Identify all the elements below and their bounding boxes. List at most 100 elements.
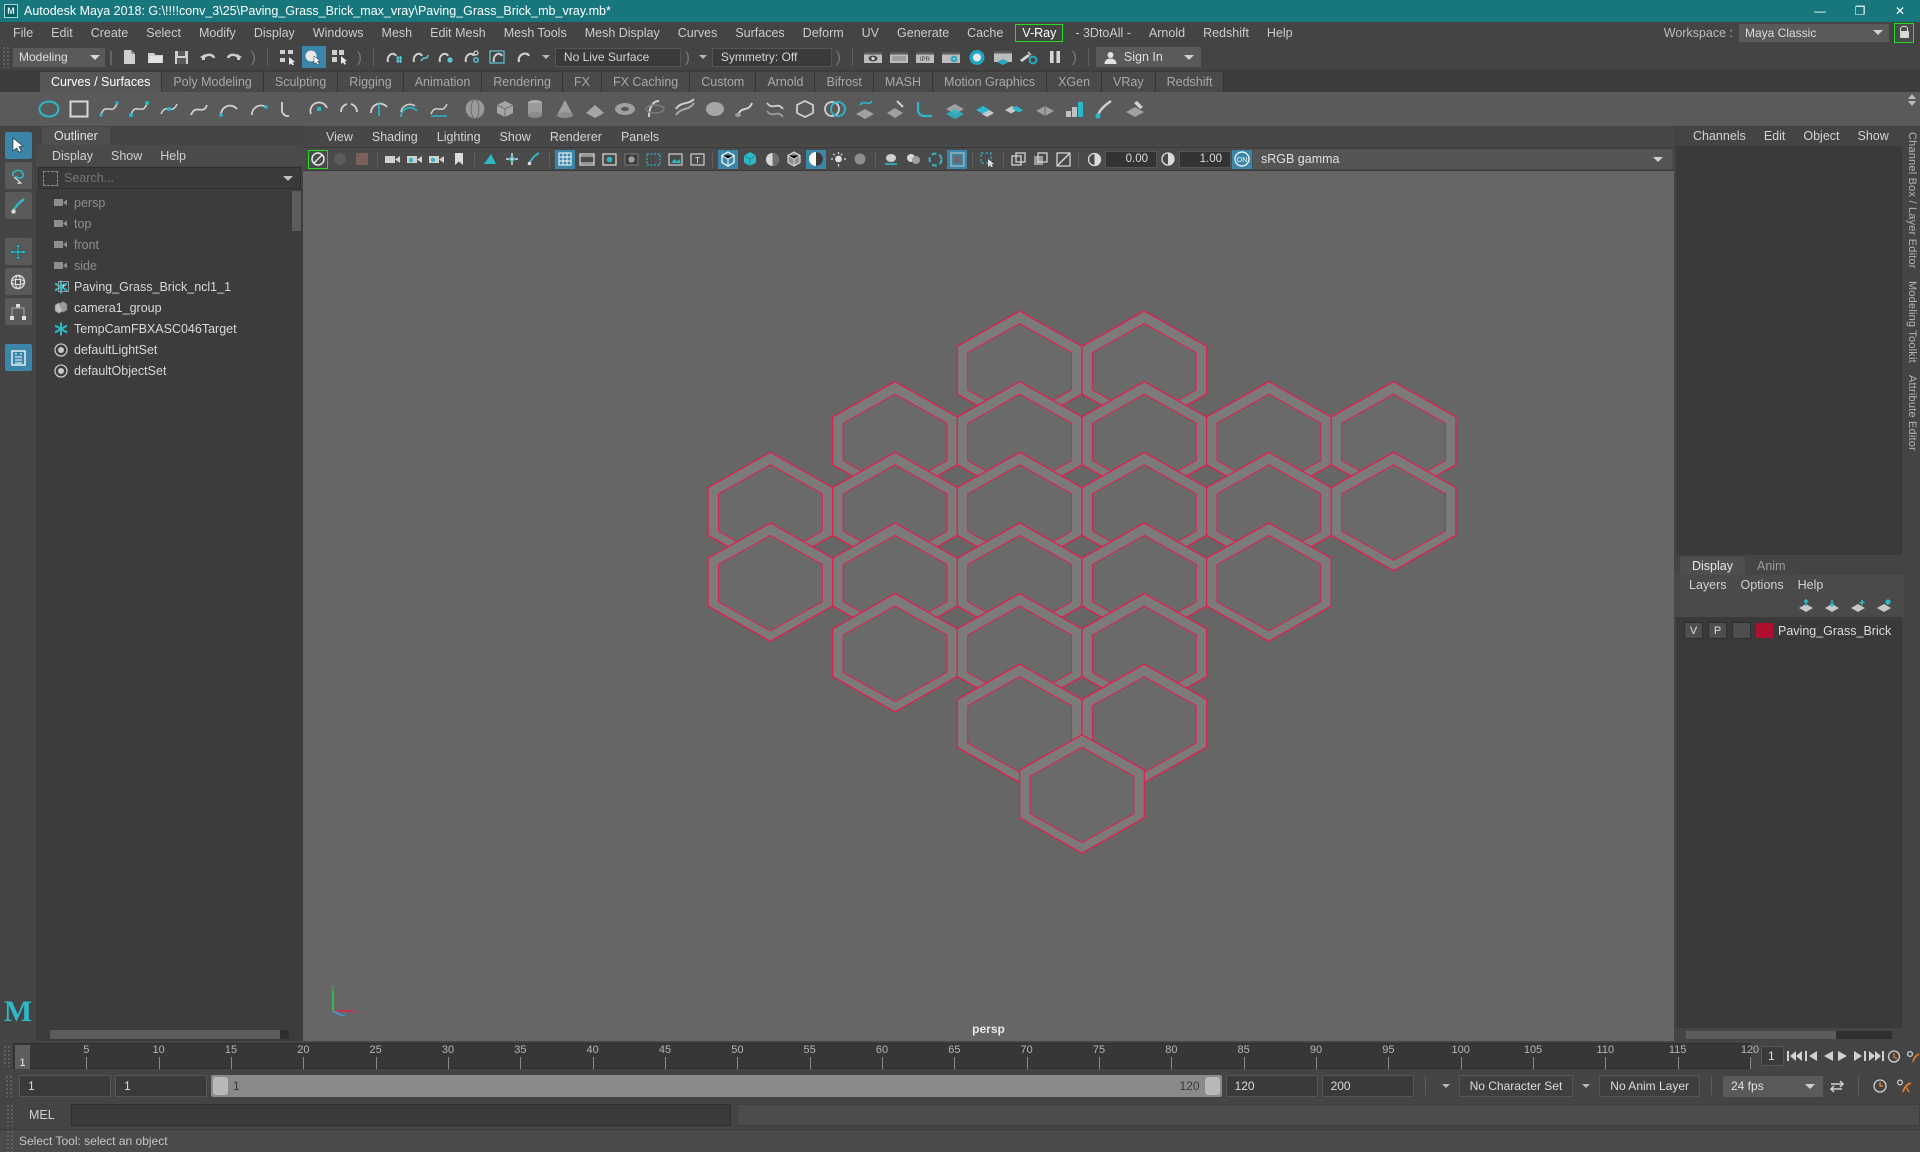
- color-management-toggle[interactable]: ON: [1232, 149, 1252, 169]
- ambient-occlusion-button[interactable]: [903, 150, 923, 169]
- shelf-tab-rigging[interactable]: Rigging: [338, 72, 404, 92]
- undo-button[interactable]: [196, 46, 220, 68]
- curve-detach-icon[interactable]: [336, 96, 362, 122]
- bookmark-button[interactable]: [449, 150, 469, 169]
- nurbs-sphere-icon[interactable]: [462, 96, 488, 122]
- range-gripper[interactable]: [5, 1075, 12, 1097]
- scrollbar-thumb[interactable]: [50, 1029, 280, 1039]
- sculpt-geometry-icon[interactable]: [1062, 96, 1088, 122]
- surface-detach-icon[interactable]: [1002, 96, 1028, 122]
- surface-attach-icon[interactable]: [972, 96, 998, 122]
- surface-rebuild-icon[interactable]: [1032, 96, 1058, 122]
- command-line-gripper[interactable]: [6, 1104, 13, 1126]
- menu-help[interactable]: Help: [1258, 24, 1302, 42]
- go-to-start-button[interactable]: [1787, 1046, 1802, 1066]
- go-to-end-button[interactable]: [1869, 1046, 1884, 1066]
- xray-button[interactable]: [1009, 150, 1029, 169]
- render-sequence-button[interactable]: [887, 46, 911, 68]
- sign-in-button[interactable]: Sign In: [1095, 47, 1201, 67]
- rotate-tool-button[interactable]: [4, 268, 32, 295]
- tab-modeling-toolkit[interactable]: Modeling Toolkit: [1906, 275, 1918, 369]
- layer-color-swatch[interactable]: [1756, 623, 1773, 638]
- outliner-search-input[interactable]: [64, 171, 277, 185]
- color-management-select[interactable]: sRGB gamma: [1253, 149, 1672, 169]
- range-left-handle[interactable]: [213, 1077, 228, 1095]
- redo-button[interactable]: [222, 46, 246, 68]
- select-camera-button[interactable]: [308, 149, 328, 169]
- outliner-item-paving-grass-brick[interactable]: + Paving_Grass_Brick_ncl1_1: [36, 276, 303, 297]
- menu-mesh-tools[interactable]: Mesh Tools: [495, 24, 576, 42]
- exposure-icon[interactable]: [1084, 150, 1104, 169]
- motion-blur-button[interactable]: [881, 150, 901, 169]
- chevron-down-icon[interactable]: [1441, 1084, 1450, 1088]
- play-backwards-button[interactable]: [1822, 1046, 1834, 1066]
- menu-edit[interactable]: Edit: [42, 24, 82, 42]
- menu-arnold[interactable]: Arnold: [1140, 24, 1194, 42]
- menu-display[interactable]: Display: [245, 24, 304, 42]
- snap-point-button[interactable]: [434, 46, 458, 68]
- lasso-tool-button[interactable]: [4, 162, 32, 189]
- play-forwards-button[interactable]: [1837, 1046, 1849, 1066]
- ep-curve-tool-icon[interactable]: [126, 96, 152, 122]
- time-cursor[interactable]: 1: [15, 1045, 30, 1069]
- move-layer-down-icon[interactable]: [1824, 599, 1840, 612]
- shelf-tab-xgen[interactable]: XGen: [1047, 72, 1103, 92]
- outliner-horizontal-scrollbar[interactable]: [36, 1027, 303, 1041]
- menu-generate[interactable]: Generate: [888, 24, 958, 42]
- show-image-plane-button[interactable]: [665, 150, 685, 169]
- menu-edit-mesh[interactable]: Edit Mesh: [421, 24, 495, 42]
- loop-playback-button[interactable]: [1827, 1076, 1847, 1096]
- boundary-icon[interactable]: [792, 96, 818, 122]
- expand-icon[interactable]: +: [58, 281, 69, 292]
- shelf-tab-mash[interactable]: MASH: [873, 72, 934, 92]
- anim-end-field[interactable]: 120: [1225, 1075, 1318, 1097]
- show-resolution-gate-button[interactable]: [599, 150, 619, 169]
- birail-icon[interactable]: [762, 96, 788, 122]
- viewport-menu-view[interactable]: View: [317, 128, 362, 146]
- step-back-button[interactable]: [1805, 1046, 1819, 1066]
- create-empty-layer-icon[interactable]: [1876, 599, 1892, 612]
- outliner-vertical-scrollbar[interactable]: [292, 191, 301, 1025]
- nurbs-cube-icon[interactable]: [492, 96, 518, 122]
- select-tool-button[interactable]: [4, 132, 32, 159]
- character-set-field[interactable]: No Character Set: [1458, 1075, 1574, 1097]
- image-plane-button[interactable]: [480, 150, 500, 169]
- menu-windows[interactable]: Windows: [304, 24, 373, 42]
- move-layer-up-icon[interactable]: [1798, 599, 1814, 612]
- layer-menu-help[interactable]: Help: [1791, 576, 1831, 594]
- curve-fillet-icon[interactable]: [276, 96, 302, 122]
- wireframe-on-shaded-button[interactable]: [784, 150, 804, 169]
- auto-keyframe-button[interactable]: [1887, 1046, 1902, 1066]
- shelf-tab-animation[interactable]: Animation: [403, 72, 483, 92]
- range-right-handle[interactable]: [1204, 1077, 1220, 1095]
- command-language-label[interactable]: MEL: [19, 1108, 65, 1122]
- show-grid-button[interactable]: [555, 149, 575, 169]
- live-surface-field[interactable]: No Live Surface: [554, 47, 681, 67]
- layer-menu-options[interactable]: Options: [1734, 576, 1791, 594]
- menu-deform[interactable]: Deform: [794, 24, 853, 42]
- shelf-tab-vray[interactable]: VRay: [1102, 72, 1156, 92]
- isolate-select-button[interactable]: [978, 150, 998, 169]
- scrollbar-track[interactable]: [50, 1029, 289, 1039]
- menu-curves[interactable]: Curves: [669, 24, 727, 42]
- outliner-item-tempcam-target[interactable]: TempCamFBXASC046Target: [36, 318, 303, 339]
- menu-modify[interactable]: Modify: [190, 24, 245, 42]
- shelf-scroll-arrows[interactable]: [1908, 94, 1916, 106]
- scrollbar-thumb[interactable]: [1686, 1030, 1836, 1039]
- menu-surfaces[interactable]: Surfaces: [726, 24, 793, 42]
- save-scene-button[interactable]: [170, 46, 194, 68]
- outliner-menu-help[interactable]: Help: [152, 147, 194, 165]
- shelf-tab-poly-modeling[interactable]: Poly Modeling: [162, 72, 264, 92]
- outliner-item-side[interactable]: side: [36, 255, 303, 276]
- menu-3dtoall[interactable]: - 3DtoAll -: [1066, 24, 1140, 42]
- symmetry-field[interactable]: Symmetry: Off: [711, 47, 832, 67]
- shelf-tab-bifrost[interactable]: Bifrost: [815, 72, 874, 92]
- scrollbar-track[interactable]: [1686, 1030, 1892, 1039]
- show-film-gate-button[interactable]: [577, 150, 597, 169]
- menu-file[interactable]: File: [4, 24, 42, 42]
- snap-projected-center-button[interactable]: [460, 46, 484, 68]
- show-gate-mask-button[interactable]: [621, 150, 641, 169]
- shelf-tab-curves-surfaces[interactable]: Curves / Surfaces: [40, 72, 163, 92]
- outliner-item-persp[interactable]: persp: [36, 192, 303, 213]
- smooth-shade-all-button[interactable]: [740, 150, 760, 169]
